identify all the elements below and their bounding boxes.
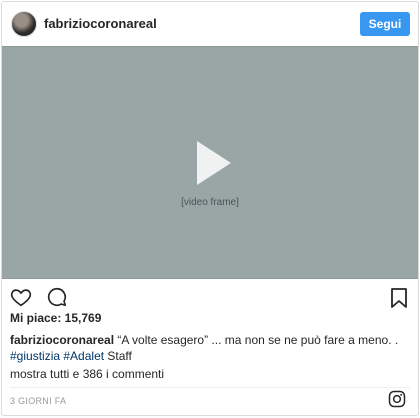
username-link[interactable]: fabriziocoronareal: [44, 16, 157, 31]
post-date[interactable]: 3 GIORNI FA: [10, 396, 66, 406]
instagram-icon[interactable]: [388, 390, 406, 413]
view-all-comments-link[interactable]: mostra tutti e 386 i commenti: [10, 367, 164, 381]
post-header: fabriziocoronareal Segui: [2, 2, 418, 46]
caption: fabriziocoronareal “A volte esagero” ...…: [10, 332, 410, 364]
comment-icon[interactable]: [46, 286, 68, 308]
post-card: fabriziocoronareal Segui [video frame] M…: [1, 1, 419, 416]
bookmark-icon[interactable]: [390, 287, 408, 314]
likes-count[interactable]: Mi piace: 15,769: [10, 311, 101, 325]
hashtag-adalet[interactable]: #Adalet: [63, 349, 104, 363]
video-placeholder-label: [video frame]: [181, 196, 239, 208]
action-bar: [10, 284, 68, 310]
caption-suffix: Staff: [107, 349, 132, 363]
caption-username[interactable]: fabriziocoronareal: [10, 333, 114, 347]
avatar[interactable]: [11, 11, 37, 37]
divider: [10, 387, 410, 388]
follow-button[interactable]: Segui: [360, 12, 410, 36]
post-video[interactable]: [video frame]: [2, 46, 418, 279]
play-icon[interactable]: [197, 140, 231, 185]
hashtag-giustizia[interactable]: #giustizia: [10, 349, 60, 363]
heart-icon[interactable]: [10, 286, 32, 308]
caption-text: “A volte esagero” ... ma non se ne può f…: [117, 333, 399, 347]
